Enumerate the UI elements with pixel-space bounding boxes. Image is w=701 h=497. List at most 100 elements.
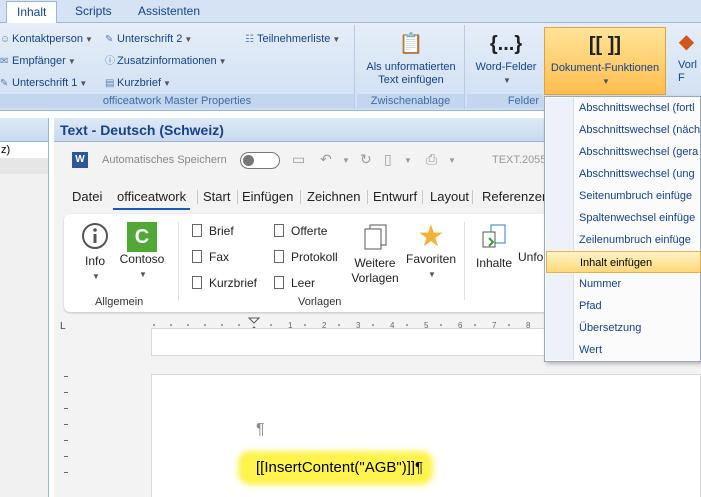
menu-item-uebersetzung[interactable]: Übersetzung [546, 317, 701, 339]
document-icon [192, 250, 202, 263]
teilnehmerliste-button[interactable]: ☷ Teilnehmerliste ▼ [245, 31, 340, 47]
unterschrift1-button[interactable]: ✎ Unterschrift 1 ▼ [0, 75, 87, 91]
inhalte-button[interactable]: Inhalte [474, 222, 514, 271]
menu-item-wert[interactable]: Wert [546, 339, 701, 361]
weitere-vorlagen-button[interactable]: Weitere Vorlagen [350, 222, 400, 286]
next-ribbon-button[interactable]: ◆ Vorl F [672, 25, 701, 93]
list-item[interactable]: z) [0, 142, 48, 158]
print-icon[interactable]: ⎙ [426, 151, 437, 168]
tab-inhalt[interactable]: Inhalt [6, 1, 58, 24]
group-label: Allgemein [95, 296, 144, 308]
tab-referenzen[interactable]: Referenzen [478, 184, 553, 210]
document-functions-button[interactable]: [[ ]] Dokument-Funktionen ▼ [544, 27, 666, 95]
group-divider [178, 222, 179, 300]
document-functions-menu: Abschnittswechsel (fortl Abschnittswechs… [544, 96, 701, 362]
chevron-down-icon: ▼ [602, 77, 610, 86]
document-icon[interactable]: ▯ [384, 151, 392, 168]
template-protokoll[interactable]: Protokoll [274, 248, 338, 266]
template-brief[interactable]: Brief [192, 222, 234, 240]
autosave-label: Automatisches Speichern [102, 154, 227, 166]
tab-divider [472, 190, 473, 204]
chevron-down-icon: ▼ [218, 57, 227, 66]
brackets-icon: [[ ]] [588, 34, 622, 56]
menu-item-seitenumbruch[interactable]: Seitenumbruch einfüge [546, 185, 701, 207]
info-button[interactable]: Info ▼ [80, 222, 110, 284]
menu-item-inhalt-einfuegen[interactable]: Inhalt einfügen [546, 251, 701, 273]
chevron-down-icon[interactable]: ▼ [404, 156, 412, 165]
field-code-text[interactable]: [[InsertContent("AGB")]]¶ [242, 455, 430, 481]
chevron-down-icon: ▼ [92, 272, 100, 281]
chevron-down-icon: ▼ [79, 79, 88, 88]
app-tab-row: Inhalt Scripts Assistenten [0, 0, 701, 24]
tab-einfuegen[interactable]: Einfügen [238, 184, 297, 210]
redo-icon[interactable]: ↻ [360, 151, 372, 168]
group-label: Zwischenablage [357, 94, 464, 108]
favoriten-button[interactable]: ★ Favoriten ▼ [404, 222, 458, 282]
contoso-button[interactable]: C Contoso ▼ [118, 222, 166, 282]
menu-item-nummer[interactable]: Nummer [546, 273, 701, 295]
menu-item-abschnittswechsel-ungerade[interactable]: Abschnittswechsel (ung [546, 163, 701, 185]
tab-start[interactable]: Start [199, 184, 234, 210]
note-icon: ▤ [105, 78, 115, 89]
group-label: Vorlagen [298, 296, 342, 308]
word-logo-icon: W [72, 152, 88, 168]
menu-item-abschnittswechsel-fortlaufend[interactable]: Abschnittswechsel (fortl [546, 97, 701, 119]
tab-layout[interactable]: Layout [426, 184, 473, 210]
left-pane: z) [0, 118, 49, 497]
list-icon: ☷ [245, 34, 254, 45]
chevron-down-icon: ▼ [163, 79, 171, 88]
template-fax[interactable]: Fax [192, 248, 229, 266]
tab-scripts[interactable]: Scripts [65, 1, 122, 23]
template-kurzbrief[interactable]: Kurzbrief [192, 274, 257, 292]
tab-assistenten[interactable]: Assistenten [128, 1, 210, 23]
tab-datei[interactable]: Datei [68, 184, 106, 210]
menu-item-abschnittswechsel-gerade[interactable]: Abschnittswechsel (gera [546, 141, 701, 163]
menu-item-pfad[interactable]: Pfad [546, 295, 701, 317]
info-icon [82, 223, 108, 249]
chevron-down-icon: ▼ [428, 270, 436, 279]
chevron-down-icon[interactable]: ▼ [448, 156, 456, 165]
group-zwischenablage: 📋 Als unformatierten Text einfügen Zwisc… [357, 25, 465, 109]
menu-item-spaltenwechsel[interactable]: Spaltenwechsel einfüge [546, 207, 701, 229]
group-master-properties: ☺ Kontaktperson ▼ ✉ Empfänger ▼ ✎ Unterschrif… [0, 25, 355, 109]
save-icon[interactable]: ▭ [292, 151, 305, 168]
chevron-down-icon: ▼ [67, 57, 76, 66]
kontaktperson-button[interactable]: ☺ Kontaktperson ▼ [0, 31, 93, 47]
vertical-ruler[interactable] [62, 372, 72, 492]
list-item[interactable] [0, 158, 48, 174]
unterschrift2-button[interactable]: ✎ Unterschrift 2 ▼ [105, 31, 192, 47]
tab-officeatwork[interactable]: officeatwork [113, 184, 191, 210]
zusatzinformationen-button[interactable]: ⓘ Zusatzinformationen ▼ [105, 53, 227, 69]
chevron-down-icon: ▼ [332, 35, 341, 44]
template-icon: ◆ [678, 31, 695, 53]
tab-divider [197, 190, 198, 204]
group-label: officeatwork Master Properties [0, 94, 354, 108]
template-offerte[interactable]: Offerte [274, 222, 327, 240]
recipient-icon: ✉ [0, 56, 9, 67]
tab-divider [367, 190, 368, 204]
empfaenger-button[interactable]: ✉ Empfänger ▼ [0, 53, 76, 69]
autosave-toggle[interactable] [240, 152, 280, 169]
menu-item-abschnittswechsel-naechste[interactable]: Abschnittswechsel (näch [546, 119, 701, 141]
contoso-logo-icon: C [127, 222, 157, 252]
group-divider [464, 222, 465, 300]
menu-item-zeilenumbruch[interactable]: Zeilenumbruch einfüge [546, 229, 701, 251]
tab-zeichnen[interactable]: Zeichnen [303, 184, 364, 210]
word-ribbon: Info ▼ C Contoso ▼ Allgemein Brief Fax K… [64, 214, 624, 312]
chevron-down-icon[interactable]: ▼ [342, 156, 350, 165]
chevron-down-icon: ▼ [84, 35, 93, 44]
undo-icon[interactable]: ↶ [320, 151, 332, 168]
kurzbrief-button[interactable]: ▤ Kurzbrief ▼ [105, 75, 171, 91]
paste-unformatted-button[interactable]: 📋 Als unformatierten Text einfügen [361, 27, 461, 95]
chevron-down-icon: ▼ [503, 76, 511, 85]
document-icon [192, 224, 202, 237]
chevron-down-icon: ▼ [184, 35, 193, 44]
document-page[interactable]: ¶ [[InsertContent("AGB")]]¶ [151, 374, 701, 497]
document-icon [274, 276, 284, 289]
content-icon [482, 224, 506, 248]
svg-text:L: L [60, 321, 66, 332]
signature-icon: ✎ [105, 34, 114, 45]
tab-entwurf[interactable]: Entwurf [369, 184, 421, 210]
template-leer[interactable]: Leer [274, 274, 315, 292]
word-fields-button[interactable]: {...} Word-Felder ▼ [471, 27, 541, 95]
